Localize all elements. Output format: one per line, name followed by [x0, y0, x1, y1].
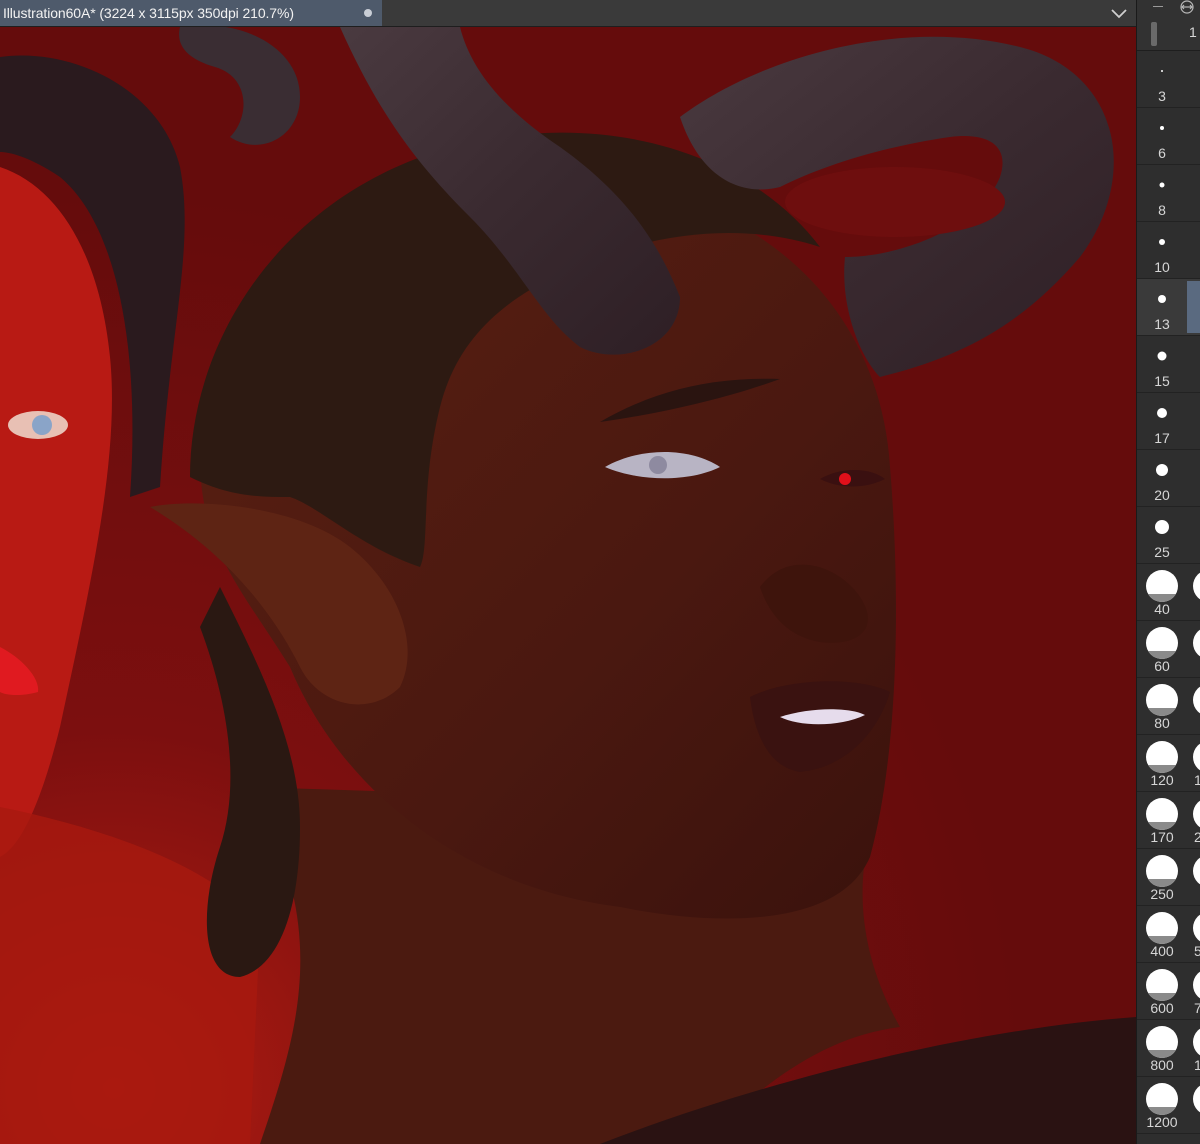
brush-size-preview-icon: [1146, 570, 1178, 602]
brush-size-label: 80: [1154, 715, 1170, 731]
brush-size-label: 5: [1194, 943, 1200, 959]
brush-size-preview-icon: [1193, 912, 1200, 944]
brush-size-preview-icon: [1146, 798, 1178, 830]
brush-size-preview-icon: [1193, 627, 1200, 659]
brush-size-item[interactable]: 400 5: [1137, 906, 1200, 963]
brush-size-label: 15: [1154, 373, 1170, 389]
brush-size-item[interactable]: 6: [1137, 108, 1200, 165]
panel-scroll-handle[interactable]: [1151, 22, 1157, 46]
brush-size-label: 250: [1150, 886, 1174, 902]
brush-size-item[interactable]: 15: [1137, 336, 1200, 393]
brush-size-label: 60: [1154, 658, 1170, 674]
brush-size-label: 7: [1194, 1000, 1200, 1016]
brush-size-item[interactable]: 1200: [1137, 1077, 1200, 1134]
brush-size-item[interactable]: 120 1: [1137, 735, 1200, 792]
brush-size-preview-icon: [1193, 1026, 1200, 1058]
brush-size-label: 1: [1194, 772, 1200, 788]
brush-size-item[interactable]: 800 1: [1137, 1020, 1200, 1077]
brush-size-preview-icon: [1193, 798, 1200, 830]
brush-size-label: 600: [1150, 1000, 1174, 1016]
brush-size-label: 13: [1154, 316, 1170, 332]
brush-size-preview-icon: [1159, 182, 1165, 188]
brush-size-label: 1200: [1146, 1114, 1178, 1130]
brush-size-label: 17: [1154, 430, 1170, 446]
minimize-button[interactable]: [1149, 0, 1171, 14]
brush-size-item[interactable]: 3: [1137, 51, 1200, 108]
artwork: [0, 27, 1136, 1144]
brush-size-label: 10: [1154, 259, 1170, 275]
brush-size-preview-icon: [1157, 351, 1167, 361]
brush-size-preview-icon: [1155, 520, 1169, 534]
brush-size-item[interactable]: 13: [1137, 279, 1200, 336]
brush-size-preview-icon: [1146, 912, 1178, 944]
brush-size-item[interactable]: 25: [1137, 507, 1200, 564]
brush-size-label: 40: [1154, 601, 1170, 617]
brush-size-panel-header: 1: [1137, 0, 1200, 51]
brush-size-preview-icon: [1193, 969, 1200, 1001]
brush-size-preview-icon: [1193, 741, 1200, 773]
brush-size-item[interactable]: 40: [1137, 564, 1200, 621]
brush-size-label: 2: [1194, 829, 1200, 845]
brush-size-label: 20: [1154, 487, 1170, 503]
brush-size-item[interactable]: 250: [1137, 849, 1200, 906]
brush-size-item[interactable]: 80: [1137, 678, 1200, 735]
brush-size-preview-icon: [1193, 684, 1200, 716]
brush-size-preview-icon: [1146, 627, 1178, 659]
brush-size-preview-icon: [1146, 855, 1178, 887]
brush-size-preview-icon: [1193, 855, 1200, 887]
selection-indicator: [1187, 281, 1200, 333]
brush-size-label: 8: [1158, 202, 1166, 218]
brush-size-preview-icon: [1146, 741, 1178, 773]
unsaved-dot-icon: [364, 9, 372, 17]
expand-icon[interactable]: [1175, 0, 1199, 14]
brush-size-label: 400: [1150, 943, 1174, 959]
brush-size-label: 3: [1158, 88, 1166, 104]
brush-size-preview-icon: [1157, 408, 1167, 418]
document-tab[interactable]: Illustration60A* (3224 x 3115px 350dpi 2…: [0, 0, 382, 26]
brush-size-item[interactable]: 1702: [1137, 792, 1200, 849]
brush-size-label: 800: [1150, 1057, 1174, 1073]
document-tab-title: Illustration60A* (3224 x 3115px 350dpi 2…: [3, 5, 294, 21]
brush-size-preview-icon: [1158, 295, 1166, 303]
panel-header-value: 1: [1189, 24, 1197, 40]
brush-size-list: 3681013151720254060801201170225040056007…: [1137, 51, 1200, 1134]
drawing-canvas[interactable]: [0, 27, 1136, 1144]
brush-size-preview-icon: [1160, 126, 1164, 130]
document-tab-bar: Illustration60A* (3224 x 3115px 350dpi 2…: [0, 0, 1136, 27]
brush-size-item[interactable]: 60: [1137, 621, 1200, 678]
brush-size-item[interactable]: 8: [1137, 165, 1200, 222]
brush-size-panel: 1 36810131517202540608012011702250400560…: [1136, 0, 1200, 1144]
brush-size-preview-icon: [1156, 464, 1168, 476]
brush-size-preview-icon: [1146, 1083, 1178, 1115]
brush-size-preview-icon: [1146, 969, 1178, 1001]
brush-size-preview-icon: [1193, 1083, 1200, 1115]
brush-size-item[interactable]: 10: [1137, 222, 1200, 279]
brush-size-label: 25: [1154, 544, 1170, 560]
brush-size-preview-icon: [1146, 684, 1178, 716]
brush-size-item[interactable]: 17: [1137, 393, 1200, 450]
brush-size-label: 120: [1150, 772, 1174, 788]
brush-size-preview-icon: [1193, 570, 1200, 602]
brush-size-preview-icon: [1161, 70, 1163, 72]
brush-size-item[interactable]: 20: [1137, 450, 1200, 507]
brush-size-label: 6: [1158, 145, 1166, 161]
brush-size-preview-icon: [1146, 1026, 1178, 1058]
brush-size-preview-icon: [1159, 239, 1165, 245]
brush-size-label: 1: [1194, 1057, 1200, 1073]
brush-size-label: 170: [1150, 829, 1174, 845]
brush-size-item[interactable]: 600 7: [1137, 963, 1200, 1020]
chevron-down-icon[interactable]: [1108, 3, 1130, 23]
